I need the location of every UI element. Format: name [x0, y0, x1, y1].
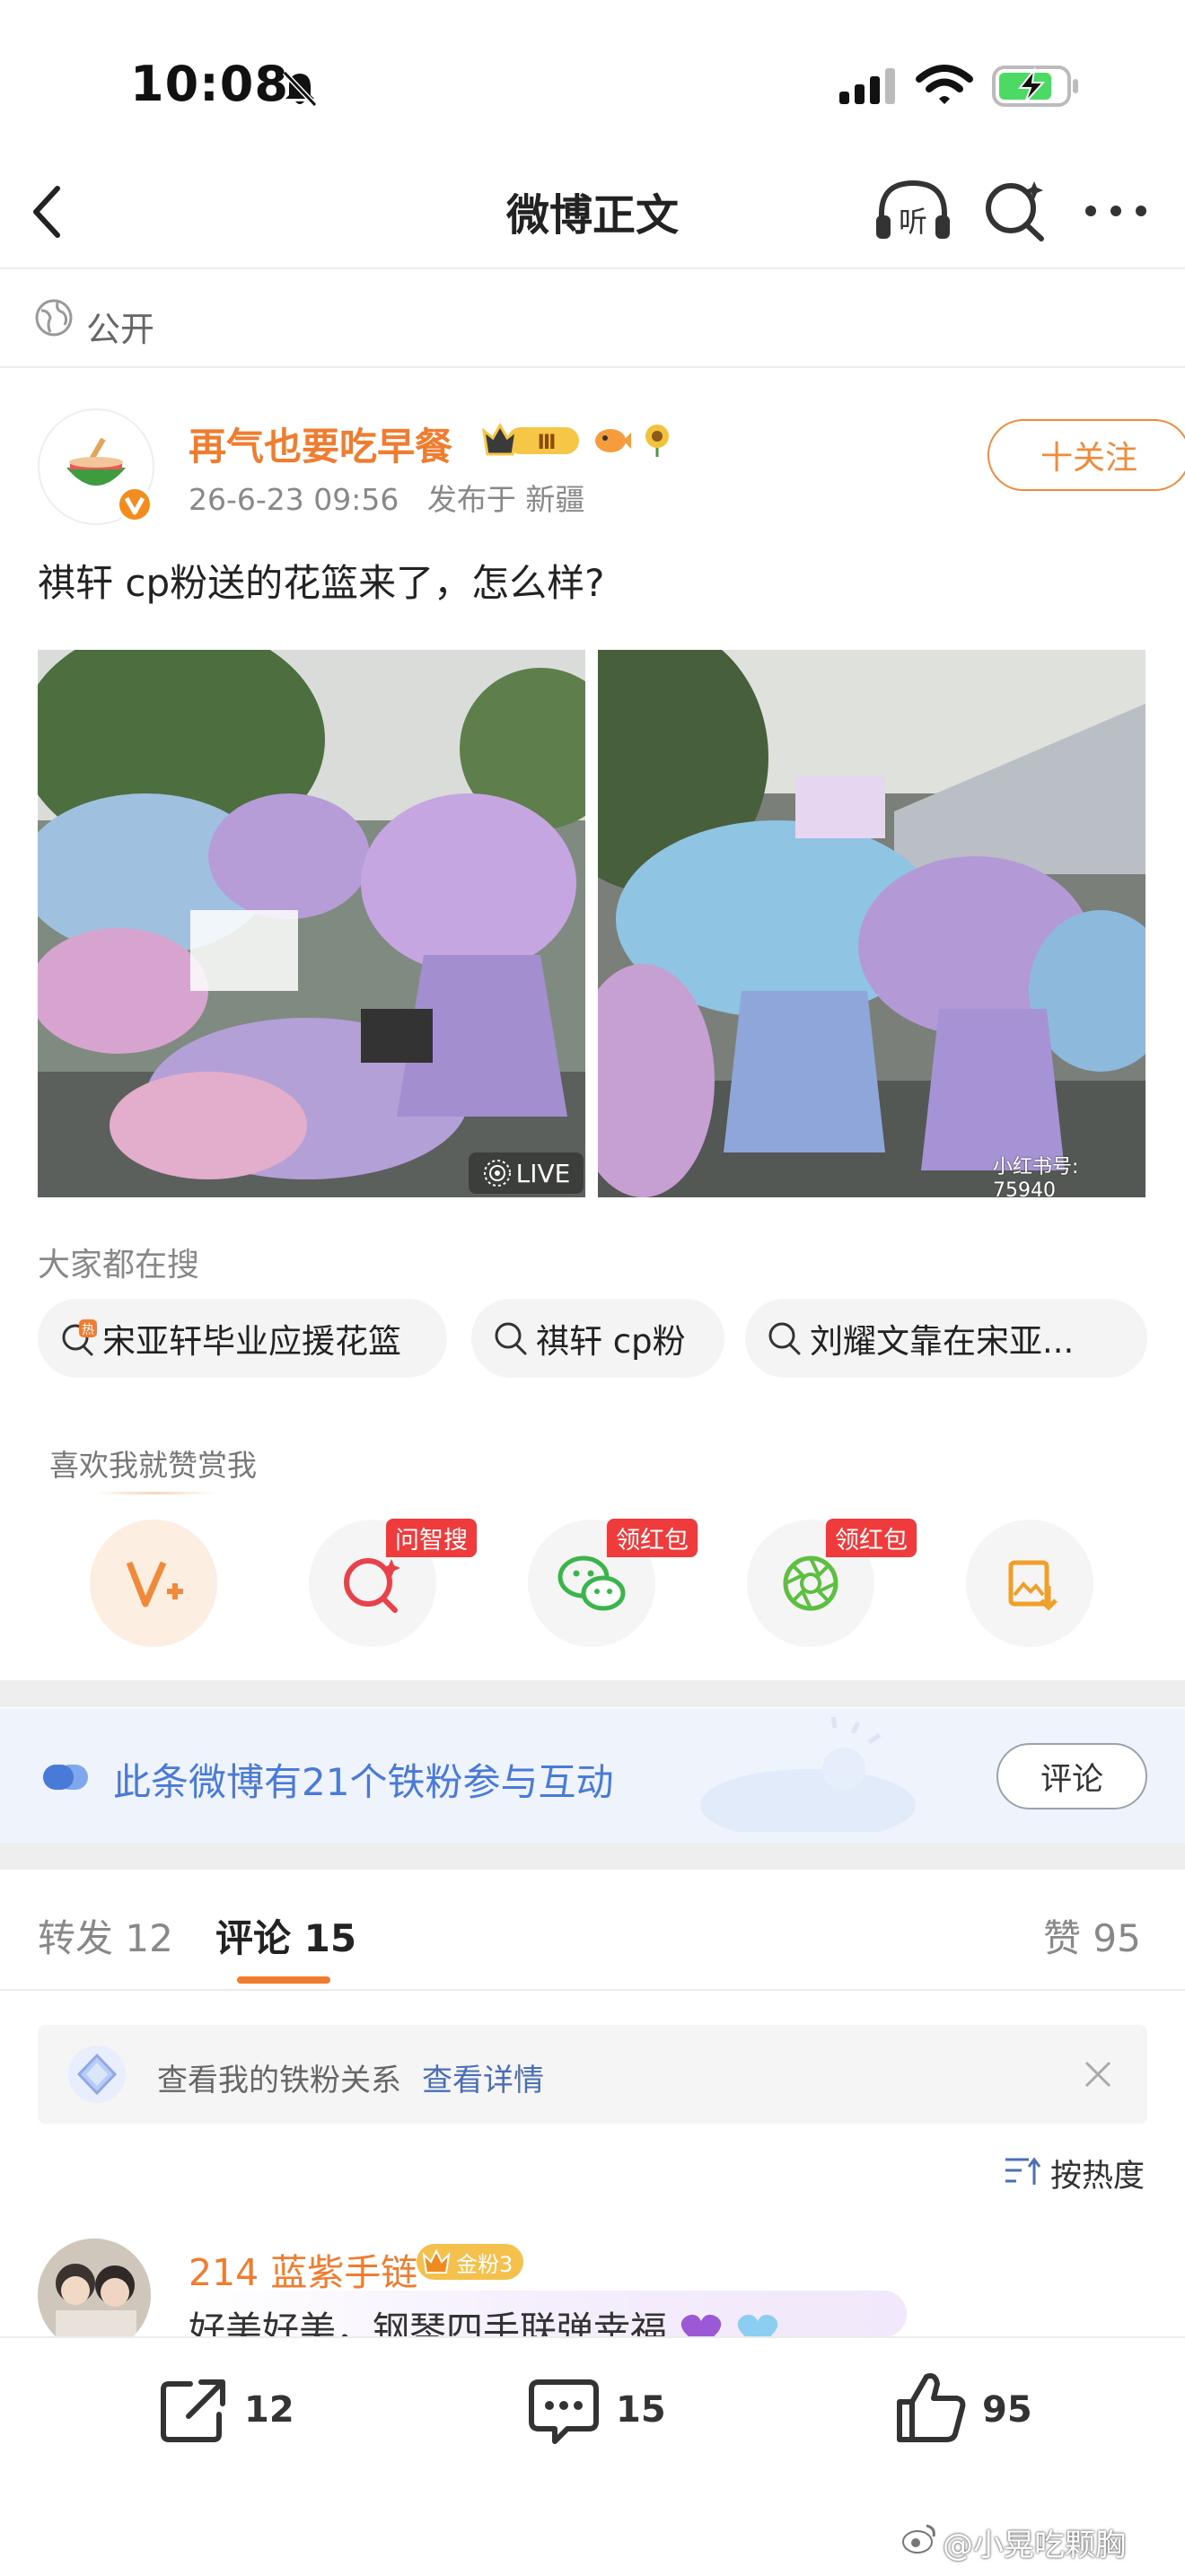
reward-title: 喜欢我就赞赏我 — [49, 1448, 257, 1483]
fan-level-badge: 金粉3 — [417, 2244, 524, 2280]
search-section-title: 大家都在搜 — [38, 1247, 200, 1284]
tab-comment-count: 15 — [303, 1916, 357, 1960]
like-icon[interactable] — [894, 2370, 966, 2445]
banner-decoration-icon — [700, 1716, 916, 1832]
sort-label[interactable]: 按热度 — [1050, 2151, 1145, 2196]
search-chip-label: 刘耀文靠在宋亚... — [810, 1322, 1075, 1361]
flower-basket-photo-2 — [598, 650, 1146, 1197]
tab-comment-label: 评论 — [215, 1916, 292, 1960]
hot-search-icon: 热 — [62, 1319, 97, 1356]
listen-icon[interactable]: 听 — [874, 178, 952, 246]
tab-comment[interactable]: 评论 15 — [215, 1908, 356, 1963]
author-name[interactable]: 再气也要吃早餐 — [189, 416, 452, 471]
visibility-label: 公开 — [86, 310, 155, 349]
repost-icon[interactable] — [158, 2377, 230, 2445]
tab-repost-count: 12 — [125, 1916, 173, 1960]
search-chip[interactable]: 祺轩 cp粉 — [471, 1299, 724, 1378]
reward-v-icon — [126, 1561, 183, 1608]
tab-repost[interactable]: 转发 12 — [38, 1908, 173, 1963]
weibo-logo-icon — [902, 2524, 935, 2554]
sort-icon[interactable] — [1002, 2151, 1041, 2190]
follow-button[interactable]: 十关注 — [988, 419, 1185, 491]
reward-button[interactable] — [90, 1520, 217, 1647]
commenter-avatar-photo — [38, 2239, 151, 2352]
tab-like-count: 95 — [1093, 1916, 1141, 1960]
iron-fans-icon — [43, 1765, 88, 1790]
active-tab-indicator — [237, 1976, 330, 1984]
fan-level-label: 金粉3 — [456, 2251, 514, 2277]
globe-icon — [35, 299, 73, 337]
diamond-icon — [68, 2046, 126, 2103]
image-watermark: 小红书号: 75940 — [993, 1156, 1079, 1197]
wifi-icon — [916, 65, 973, 104]
reward-pointer — [93, 1492, 215, 1494]
search-icon — [768, 1322, 801, 1355]
repost-count[interactable]: 12 — [244, 2389, 294, 2431]
comment-icon[interactable] — [528, 2375, 600, 2447]
svg-text:热: 热 — [82, 1323, 94, 1337]
tab-repost-label: 转发 — [38, 1916, 114, 1960]
moments-badge: 领红包 — [826, 1519, 917, 1557]
tab-like[interactable]: 赞 95 — [1043, 1908, 1141, 1963]
notice-text: 查看我的铁粉关系 — [157, 2063, 401, 2098]
commenter-name[interactable]: 214 蓝紫手链 — [189, 2242, 417, 2296]
post-meta: 26-6-23 09:56 发布于 新疆 — [189, 476, 584, 519]
live-icon — [483, 1160, 511, 1187]
svg-text:听: 听 — [899, 205, 927, 239]
search-icon[interactable] — [982, 178, 1049, 244]
svg-text:Ⅲ: Ⅲ — [538, 432, 557, 454]
more-icon[interactable] — [1083, 197, 1149, 224]
wechat-badge: 领红包 — [607, 1519, 698, 1557]
battery-charging-icon — [992, 66, 1078, 107]
like-count[interactable]: 95 — [982, 2389, 1032, 2431]
watermark: @小晃吃颗胸 — [943, 2528, 1126, 2563]
crown-icon — [422, 2248, 451, 2274]
fans-banner-text: 此条微博有21个铁粉参与互动 — [113, 1760, 614, 1804]
verified-badge-icon — [116, 486, 154, 523]
comment-button[interactable]: 评论 — [996, 1743, 1147, 1809]
comment-count[interactable]: 15 — [616, 2389, 666, 2431]
commenter-avatar[interactable] — [38, 2239, 151, 2352]
post-image-1[interactable]: LIVE — [38, 650, 585, 1197]
post-timestamp: 26-6-23 09:56 — [189, 482, 399, 517]
post-text: 祺轩 cp粉送的花篮来了，怎么样? — [38, 561, 605, 605]
close-icon[interactable] — [1081, 2057, 1115, 2091]
save-image-icon — [1008, 1560, 1058, 1611]
flower-basket-photo-1 — [38, 650, 585, 1197]
status-time: 10:08 — [130, 56, 289, 112]
search-chip[interactable]: 刘耀文靠在宋亚... — [745, 1299, 1147, 1378]
search-chip-label: 祺轩 cp粉 — [536, 1322, 686, 1361]
ai-search-badge: 问智搜 — [386, 1519, 477, 1557]
member-crown-badge-icon: Ⅲ — [481, 422, 579, 456]
live-badge: LIVE — [469, 1152, 584, 1194]
fish-badge-icon — [595, 429, 631, 452]
bell-muted-icon — [282, 70, 318, 108]
section-gap — [0, 1843, 1185, 1870]
post-image-2[interactable]: 小红书号: 75940 — [598, 650, 1146, 1197]
notice-link[interactable]: 查看详情 — [422, 2055, 544, 2099]
sunflower-badge-icon — [645, 425, 669, 457]
search-chip[interactable]: 热 宋亚轩毕业应援花篮 — [38, 1299, 447, 1378]
search-icon — [495, 1322, 527, 1355]
search-chip-label: 宋亚轩毕业应援花篮 — [102, 1322, 401, 1361]
section-gap — [0, 1680, 1185, 1707]
post-location: 发布于 新疆 — [426, 482, 585, 517]
live-label: LIVE — [515, 1158, 571, 1188]
signal-icon — [839, 68, 895, 104]
tab-like-label: 赞 — [1043, 1916, 1082, 1960]
save-image-button[interactable] — [966, 1520, 1093, 1647]
